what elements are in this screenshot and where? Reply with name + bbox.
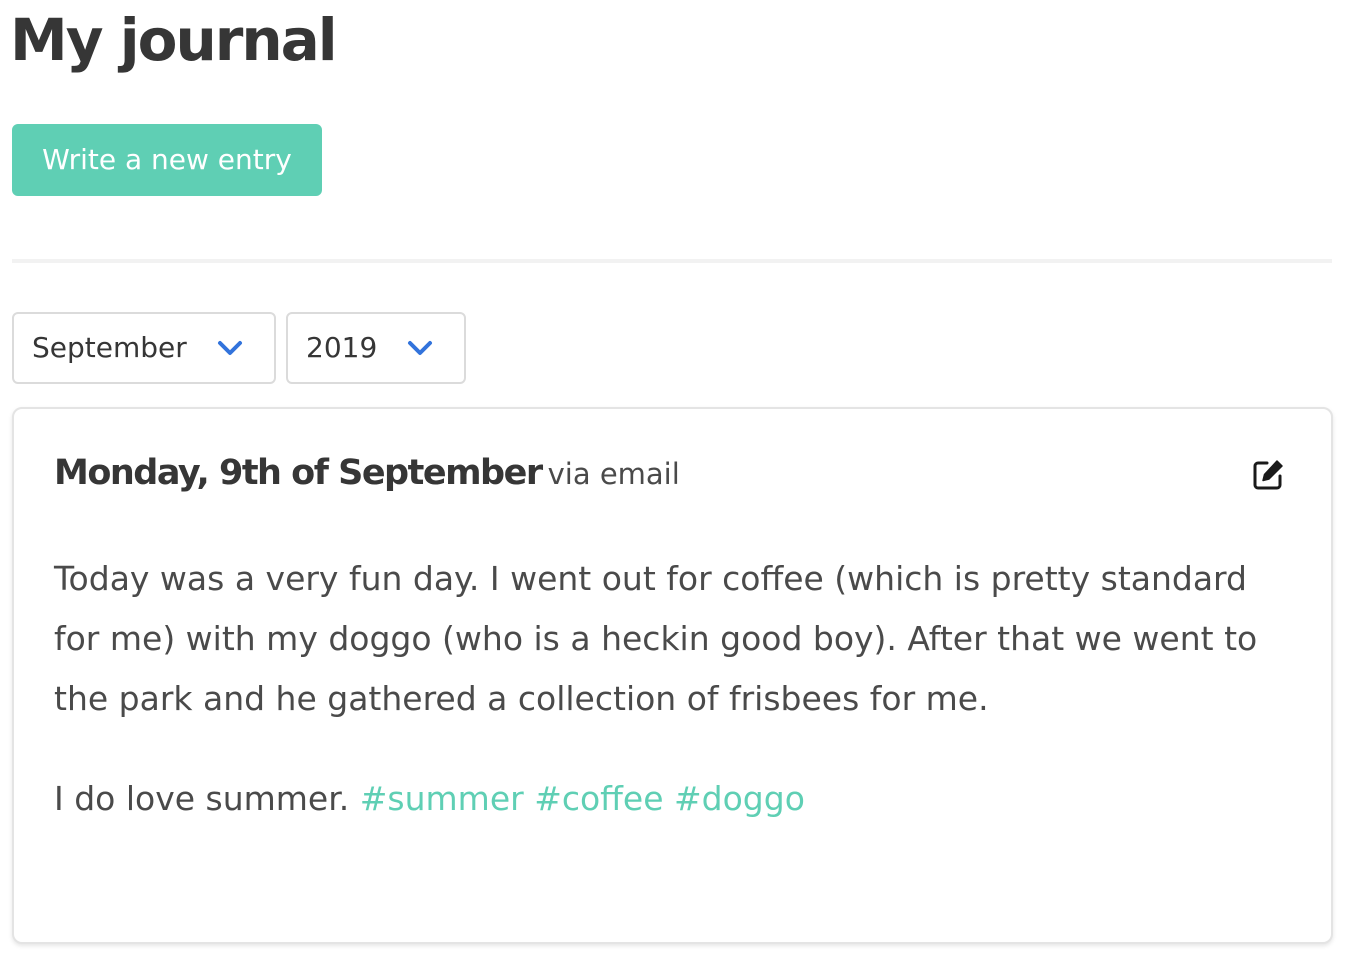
tag-summer[interactable]: #summer (360, 779, 524, 818)
chevron-down-icon (408, 341, 432, 355)
entry-paragraph: Today was a very fun day. I went out for… (54, 559, 1258, 718)
month-select-value: September (32, 331, 187, 364)
chevron-down-icon (218, 341, 242, 355)
month-select[interactable]: September (12, 312, 276, 384)
entry-body: Today was a very fun day. I went out for… (54, 549, 1284, 829)
entry-header: Monday, 9th of September via email (54, 453, 680, 493)
year-select-value: 2019 (306, 331, 378, 364)
entry-source: via email (547, 457, 680, 491)
write-new-entry-button[interactable]: Write a new entry (12, 124, 322, 196)
page-title: My journal (10, 6, 338, 74)
entry-paragraph-text: I do love summer. (54, 779, 350, 818)
entry-date: Monday, 9th of September (54, 453, 543, 493)
tag-doggo[interactable]: #doggo (674, 779, 805, 818)
journal-entry-card: Monday, 9th of September via email Today … (12, 407, 1333, 944)
tag-coffee[interactable]: #coffee (534, 779, 663, 818)
divider (12, 259, 1332, 263)
year-select[interactable]: 2019 (286, 312, 466, 384)
entry-paragraph: I do love summer. #summer #coffee #doggo (54, 769, 1284, 829)
edit-icon[interactable] (1250, 457, 1286, 493)
